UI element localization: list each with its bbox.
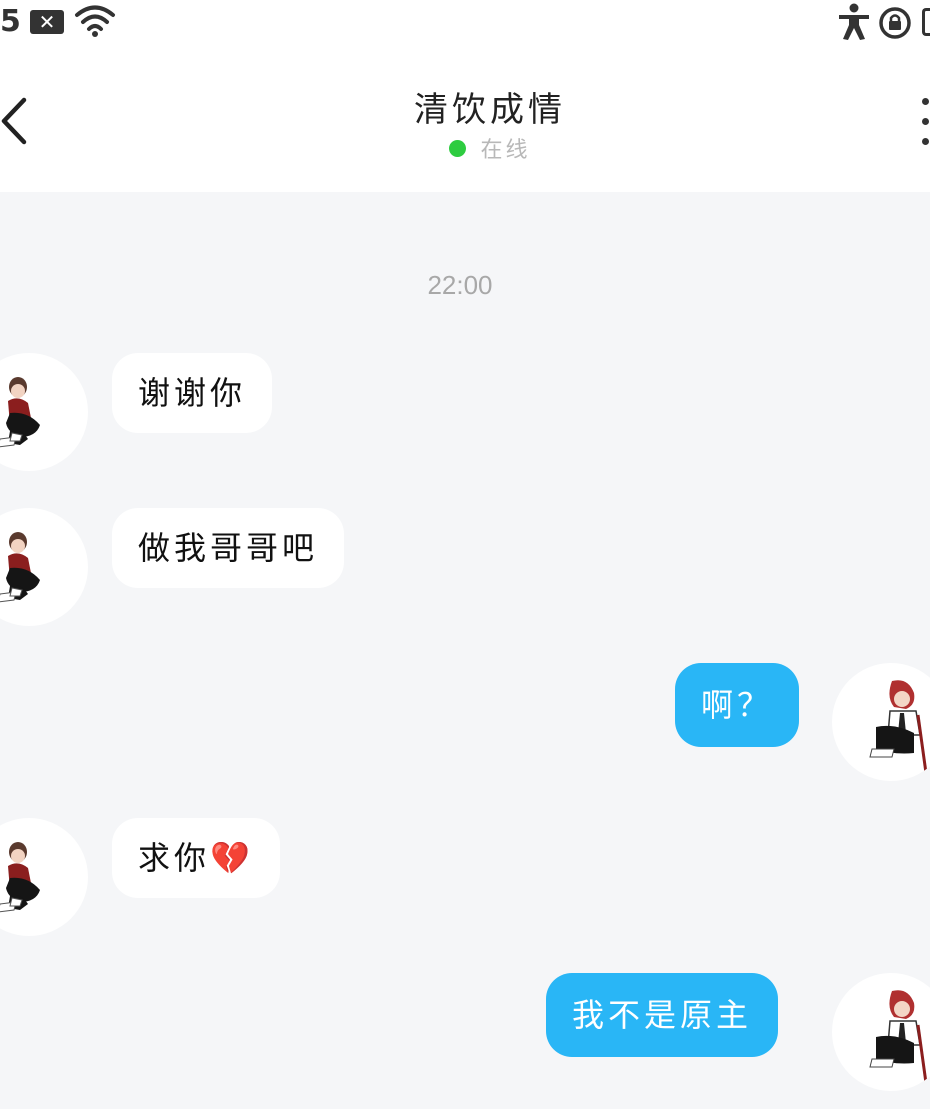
message-bubble-received[interactable]: 求你💔 [112, 818, 280, 898]
message-bubble-received[interactable]: 谢谢你 [112, 353, 273, 433]
online-dot-icon [449, 139, 467, 157]
battery-icon [922, 8, 930, 36]
user-avatar[interactable] [832, 663, 930, 781]
contact-avatar[interactable] [0, 508, 88, 626]
more-options-button[interactable] [922, 98, 930, 148]
user-avatar-image [869, 990, 928, 1084]
contact-avatar-image [0, 842, 40, 913]
status-time: 5 [0, 4, 21, 39]
message-bubble-sent[interactable]: 我不是原主 [546, 973, 779, 1057]
chat-area[interactable]: 22:00 谢谢你 做我哥哥吧 啊？ 求你💔 我不是原主 [0, 192, 930, 1109]
status-bar: 5 ✕ [0, 0, 930, 50]
user-avatar-image [869, 680, 928, 774]
more-dot-icon [922, 118, 929, 125]
message-bubble-received[interactable]: 做我哥哥吧 [112, 508, 345, 588]
user-avatar[interactable] [832, 973, 930, 1091]
notification-x-icon: ✕ [30, 10, 64, 34]
wifi-icon [75, 5, 115, 37]
message-timestamp: 22:00 [427, 270, 493, 300]
accessibility-icon [839, 3, 869, 40]
more-dot-icon [922, 138, 929, 145]
more-dot-icon [922, 98, 929, 105]
lock-rotation-icon [879, 7, 911, 39]
contact-avatar[interactable] [0, 818, 88, 936]
chat-header: 清饮成情 在线 [0, 50, 930, 192]
contact-avatar-image [0, 377, 40, 448]
online-status: 在线 [25, 132, 930, 164]
message-bubble-sent[interactable]: 啊？ [675, 663, 800, 747]
contact-avatar-image [0, 532, 40, 603]
contact-avatar[interactable] [0, 353, 88, 471]
contact-name: 清饮成情 [414, 90, 566, 130]
online-status-text: 在线 [480, 138, 531, 163]
